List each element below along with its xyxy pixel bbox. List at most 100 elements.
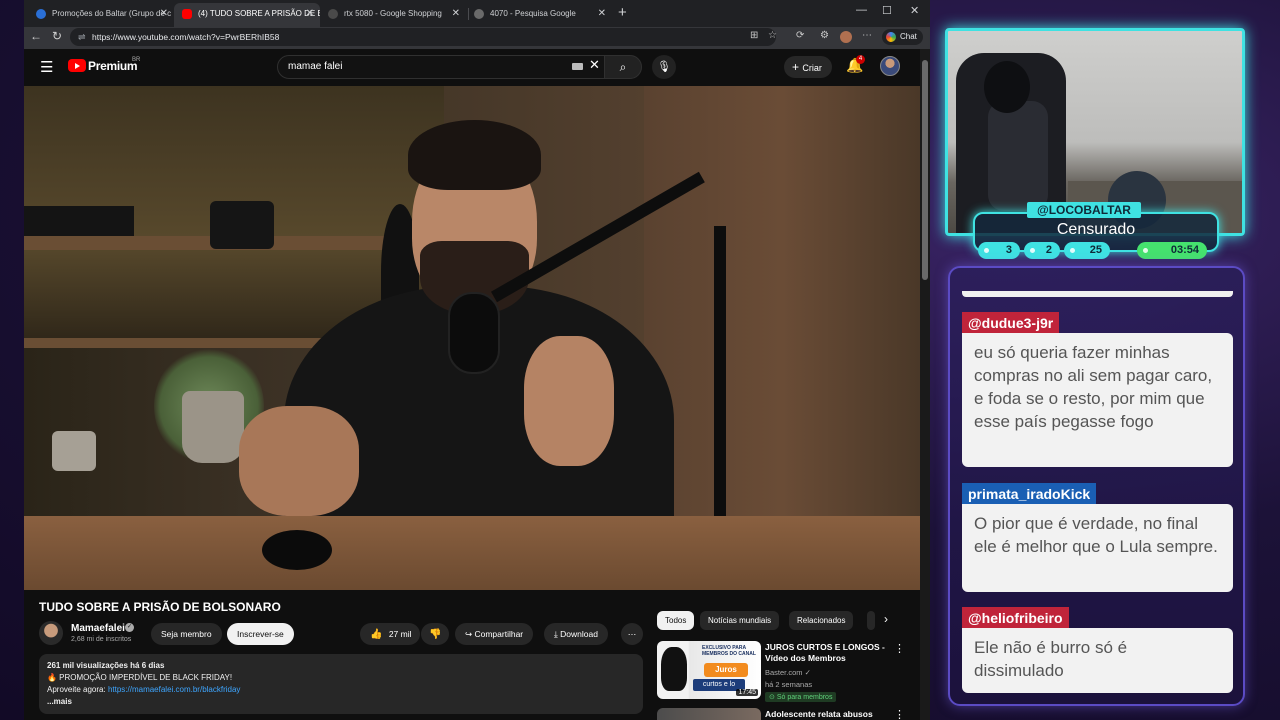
back-arrow-icon[interactable]: ← — [30, 29, 42, 43]
reload-icon[interactable]: ↻ — [52, 29, 62, 43]
recommendation-title[interactable]: Adolescente relata abusos — [765, 709, 873, 719]
recommendation-thumbnail[interactable] — [657, 708, 761, 720]
share-button[interactable]: ↪ Compartilhar — [455, 623, 534, 645]
video-bg-pot — [182, 391, 244, 463]
copilot-icon — [886, 32, 896, 42]
tab-youtube-video[interactable]: (4) TUDO SOBRE A PRISÃO DE BO ✕ — [174, 3, 320, 27]
close-window-icon[interactable]: ✕ — [910, 4, 919, 17]
verified-check-icon: ✓ — [804, 668, 811, 677]
apps-grid-icon[interactable]: ⊞ — [750, 30, 758, 41]
video-bg-camera — [210, 201, 274, 249]
stat-pill: 3 — [978, 242, 1020, 259]
stat-dot-icon — [1143, 248, 1148, 253]
video-duration: 17:45 — [736, 689, 758, 696]
recommendation-thumbnail[interactable]: EXCLUSIVO PARA MEMBROS DO CANAL Juros cu… — [657, 641, 761, 699]
recommendation-age: há 2 semanas — [765, 680, 813, 689]
recommendation-more-icon[interactable]: ⋮ — [894, 708, 905, 720]
profile-avatar-icon[interactable] — [840, 31, 852, 43]
plus-icon: + — [792, 60, 803, 74]
description-box[interactable]: 261 mil visualizações há 6 dias 🔥 PROMOÇ… — [39, 654, 643, 714]
chat-message: eu só queria fazer minhas compras no ali… — [962, 333, 1233, 467]
recommendation-channel: Baster.com ✓ — [765, 668, 811, 677]
puzzle-icon[interactable]: ⚙ — [820, 30, 829, 41]
more-menu-icon[interactable]: ⋯ — [862, 30, 872, 41]
clear-search-icon[interactable]: ✕ — [589, 57, 600, 73]
chat-label: Chat — [900, 32, 917, 41]
create-button[interactable]: + Criar — [784, 56, 832, 78]
chip-related[interactable]: Relacionados — [789, 611, 854, 630]
keyboard-icon[interactable] — [572, 63, 583, 70]
minimize-icon[interactable]: — — [856, 4, 867, 16]
channel-avatar[interactable] — [39, 621, 63, 645]
chip-all[interactable]: Todos — [657, 611, 695, 630]
subscriber-count: 2,68 mi de inscritos — [71, 636, 132, 643]
tab-promocoes[interactable]: Promoções do Baltar (Grupo de c ✕ — [28, 3, 174, 27]
subscribe-button[interactable]: Inscrever-se — [227, 623, 294, 645]
search-button[interactable]: ⌕ — [604, 55, 642, 79]
search-icon: ⌕ — [619, 60, 627, 74]
chat-message: O pior que é verdade, no final ele é mel… — [962, 504, 1233, 592]
extension-icon[interactable]: ⟳ — [796, 30, 804, 41]
scrollbar-thumb[interactable] — [922, 60, 928, 280]
url-field[interactable]: ⇌ https://www.youtube.com/watch?v=PwrBER… — [70, 28, 776, 46]
tab-close-icon[interactable]: ✕ — [306, 3, 314, 25]
stat-pill: 2 — [1024, 242, 1060, 259]
recommendation-more-icon[interactable]: ⋮ — [894, 642, 905, 655]
maximize-icon[interactable]: ☐ — [882, 4, 892, 17]
microphone-icon: 🎙 — [657, 61, 671, 73]
youtube-header: ☰ Premium BR mamae falei ✕ ⌕ 🎙 + Criar 🔔… — [24, 49, 920, 85]
youtube-favicon-icon — [182, 9, 192, 19]
site-info-icon[interactable]: ⇌ — [78, 28, 86, 46]
presenter-hair — [408, 120, 541, 190]
members-only-badge: ⊙ Só para membros — [765, 692, 837, 702]
tab-rtx-shopping[interactable]: rtx 5080 - Google Shopping ✕ — [320, 3, 466, 27]
video-title: TUDO SOBRE A PRISÃO DE BOLSONARO — [39, 600, 281, 614]
mic-stand — [714, 226, 726, 526]
account-avatar[interactable] — [880, 56, 900, 76]
chip-overflow[interactable] — [867, 611, 875, 630]
chat-message-edge — [962, 291, 1233, 297]
description-line: Aproveite agora: https://mamaefalei.com.… — [47, 684, 635, 696]
recommendation-title[interactable]: JUROS CURTOS E LONGOS - Vídeo dos Membro… — [765, 642, 887, 664]
new-tab-plus-icon[interactable]: + — [618, 4, 627, 21]
members-icon: ⊙ — [769, 694, 777, 701]
stat-value: 3 — [1005, 244, 1012, 256]
dislike-button[interactable]: 👎 — [421, 623, 449, 645]
chat-username: @heliofribeiro — [962, 607, 1069, 629]
video-desk — [24, 516, 920, 590]
thumbs-up-icon: 👍 — [370, 629, 383, 640]
promo-link[interactable]: https://mamaefalei.com.br/blackfriday — [108, 685, 241, 694]
stream-status: Censurado — [1056, 221, 1136, 238]
join-button[interactable]: Seja membro — [151, 623, 222, 645]
chevron-right-icon[interactable]: › — [884, 612, 888, 626]
youtube-logo-icon[interactable] — [68, 59, 86, 72]
stat-dot-icon — [1070, 248, 1075, 253]
search-input[interactable]: mamae falei — [277, 55, 615, 79]
stat-dot-icon — [984, 248, 989, 253]
stream-layout: Promoções do Baltar (Grupo de c ✕ (4) TU… — [0, 0, 1280, 720]
tab-favicon-icon — [36, 9, 46, 19]
notification-count-badge: 4 — [856, 55, 865, 64]
stat-dot-icon — [1030, 248, 1035, 253]
channel-label: Baster.com — [765, 668, 803, 677]
tab-close-icon[interactable]: ✕ — [452, 3, 460, 25]
youtube-brand[interactable]: Premium — [88, 59, 138, 73]
video-mouse — [262, 530, 332, 570]
video-bg-books — [24, 206, 134, 236]
tab-close-icon[interactable]: ✕ — [160, 3, 168, 25]
tab-4070-search[interactable]: 4070 - Pesquisa Google ✕ — [466, 3, 612, 27]
download-button[interactable]: ⤓ Download — [544, 623, 608, 645]
show-more-link[interactable]: ...mais — [47, 696, 635, 708]
like-button[interactable]: 👍 27 mil — [360, 623, 420, 645]
chat-button[interactable]: Chat — [882, 29, 923, 45]
channel-name[interactable]: Mamaefalei — [71, 623, 125, 634]
stream-timer: 03:54 — [1137, 242, 1207, 259]
voice-search-button[interactable]: 🎙 — [652, 55, 676, 79]
hamburger-menu-icon[interactable]: ☰ — [40, 58, 53, 76]
chip-world-news[interactable]: Notícias mundiais — [700, 611, 780, 630]
bookmark-star-icon[interactable]: ☆ — [768, 30, 777, 41]
more-actions-button[interactable]: ⋯ — [621, 623, 643, 645]
video-player[interactable] — [24, 86, 920, 590]
tab-close-icon[interactable]: ✕ — [598, 3, 606, 25]
stat-pill: 25 — [1064, 242, 1110, 259]
